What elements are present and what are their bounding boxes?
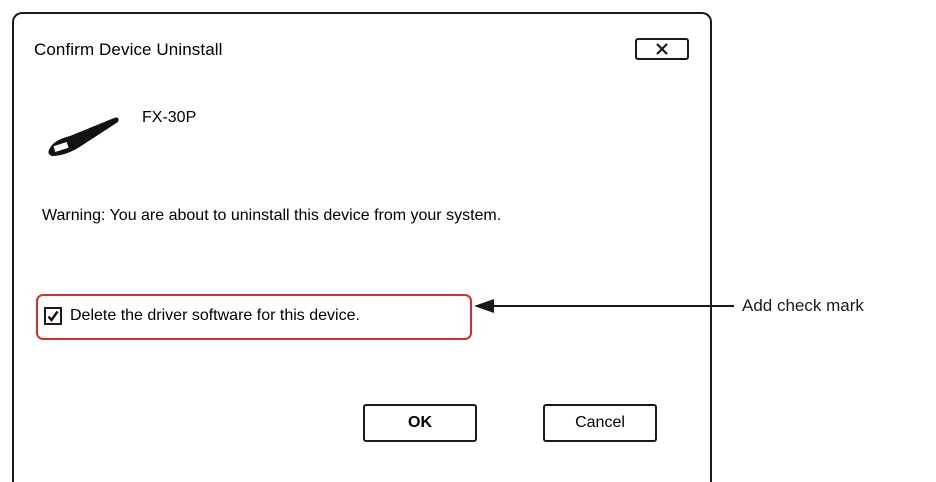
device-name: FX-30P — [142, 109, 197, 126]
confirm-uninstall-dialog: Confirm Device Uninstall FX-30P Warning:… — [12, 12, 712, 482]
dialog-title: Confirm Device Uninstall — [34, 40, 223, 59]
usb-cable-icon — [48, 117, 119, 156]
cancel-button[interactable]: Cancel — [543, 404, 657, 442]
close-button[interactable] — [635, 38, 689, 60]
annotation-label: Add check mark — [742, 296, 864, 315]
close-icon — [656, 43, 668, 55]
warning-text: Warning: You are about to uninstall this… — [42, 207, 502, 224]
delete-driver-label[interactable]: Delete the driver software for this devi… — [70, 307, 360, 325]
ok-button[interactable]: OK — [363, 404, 477, 442]
checkmark-icon — [47, 310, 59, 322]
delete-driver-checkbox[interactable] — [44, 307, 62, 325]
